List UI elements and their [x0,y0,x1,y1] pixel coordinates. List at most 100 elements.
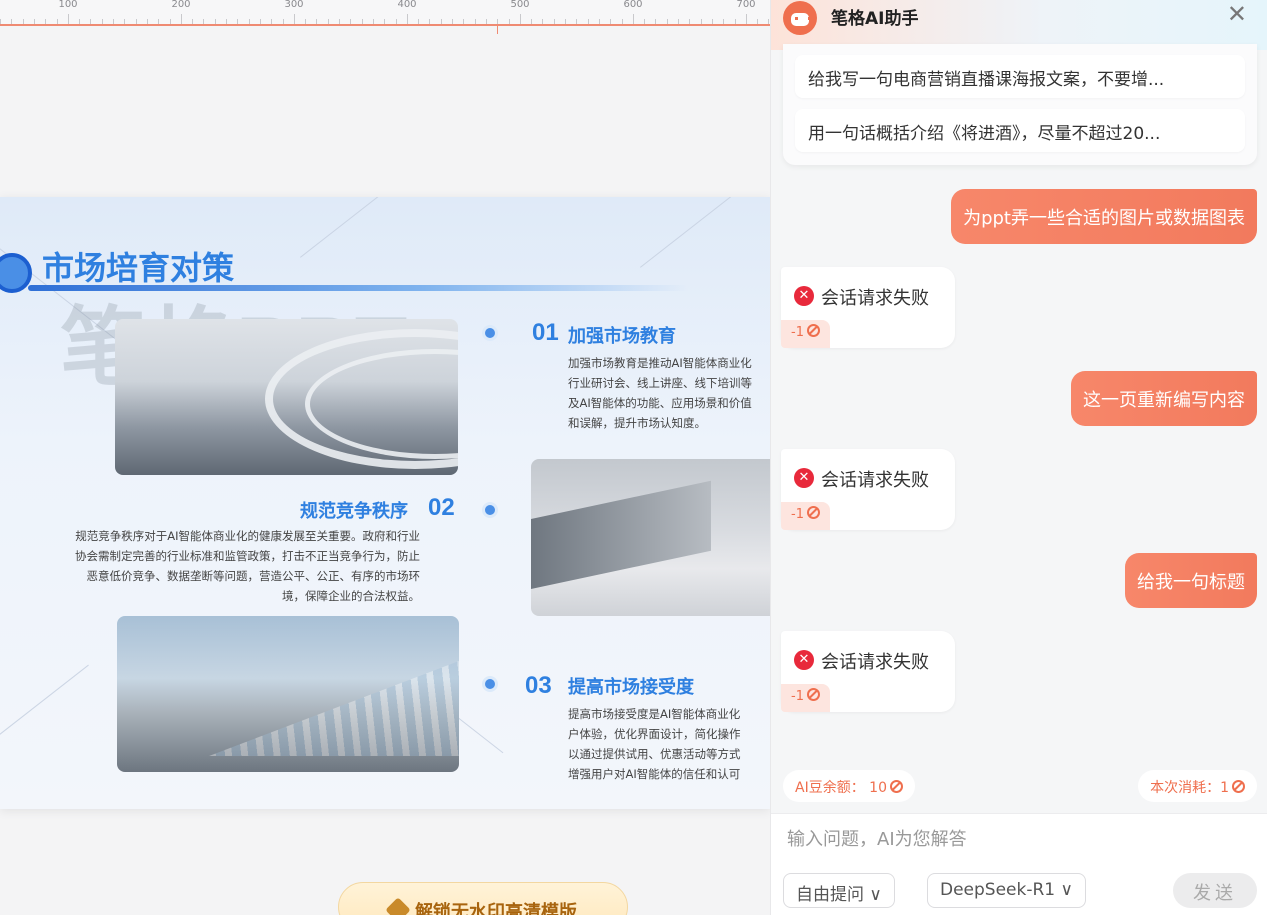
close-icon[interactable]: ✕ [1227,2,1247,26]
ruler-tick [644,19,646,24]
ai-bean-icon [890,780,903,793]
ruler-label: 700 [736,0,756,10]
diamond-icon [385,897,411,915]
slide-title[interactable]: 市场培育对策 [42,243,234,289]
ai-assistant-panel: 笔格AI助手 ✕ 给我写一句电商营销直播课海报文案，不要增... 用一句话概括介… [770,0,1267,915]
model-select-dropdown[interactable]: DeepSeek-R1 ∨ [927,873,1086,908]
ruler-label: 300 [284,0,304,10]
ruler-tick [372,19,374,24]
ruler-tick [463,19,465,24]
cost-value: -1 [791,689,804,704]
send-button[interactable]: 发送 [1173,873,1257,908]
section-body[interactable]: 加强市场教育是推动AI智能体商业化 行业研讨会、线上讲座、线下培训等 及AI智能… [568,353,770,433]
ruler-tick [327,19,329,24]
section-title[interactable]: 提高市场接受度 [568,673,694,699]
ai-bean-icon [1232,780,1245,793]
slide-canvas[interactable]: 笔格PPT 市场培育对策 01 加强市场教育 加强市场教育是推动AI智能体商业化… [0,197,770,809]
ruler-tick [757,19,759,24]
suggestion-item[interactable]: 用一句话概括介绍《将进酒》，尽量不超过20... [795,109,1245,152]
ruler-label: 400 [397,0,417,10]
error-message: ✕ 会话请求失败 -1 [781,449,955,530]
body-line: 境，保障企业的合法权益。 [282,589,420,603]
ruler-label: 100 [58,0,78,10]
question-mode-dropdown[interactable]: 自由提问 ∨ [783,873,895,908]
ruler-tick [11,19,13,24]
ruler-tick [237,19,239,24]
ruler-tick [598,19,600,24]
ruler-tick [531,19,533,24]
section-title[interactable]: 加强市场教育 [568,322,676,348]
body-line: 行业研讨会、线上讲座、线下培训等 [568,376,752,390]
ruler-tick [339,19,340,24]
ruler-cursor-marker [497,26,498,34]
ruler-tick [621,19,623,24]
cost-badge: -1 [781,320,830,348]
ruler-tick [587,19,589,24]
body-line: 和误解，提升市场认知度。 [568,416,706,430]
ruler-tick [565,19,566,24]
chat-input[interactable] [787,824,1247,854]
ruler-tick [452,19,453,24]
unlock-label: 解锁无水印高清模版 [415,902,577,915]
ruler-tick [689,19,691,24]
body-line: 加强市场教育是推动AI智能体商业化 [568,356,752,370]
ruler-tick [418,19,420,24]
error-message: ✕ 会话请求失败 -1 [781,267,955,348]
ruler-tick [282,19,284,24]
ruler-tick [542,19,544,24]
cost-badge: -1 [781,502,830,530]
ruler-label: 600 [623,0,643,10]
ai-bean-icon [806,324,820,337]
ruler-tick [203,19,205,24]
section-body[interactable]: 规范竞争秩序对于AI智能体商业化的健康发展至关重要。政府和行业 协会需制定完善的… [10,526,420,606]
highway-photo[interactable] [115,319,458,475]
ruler-label: 500 [510,0,530,10]
glass-building-photo[interactable] [117,616,459,772]
cost-value: 1 [1220,780,1229,796]
cost-label: 本次消耗： [1150,780,1221,796]
cost-value: -1 [791,507,804,522]
error-text: 会话请求失败 [821,470,929,491]
ruler-tick [135,19,137,24]
chat-input-area: 自由提问 ∨ DeepSeek-R1 ∨ 发送 [771,813,1267,915]
section-number[interactable]: 01 [532,319,559,347]
decorative-line [0,664,89,758]
ruler-tick [192,19,194,24]
ruler-tick [723,19,725,24]
ai-bean-icon [806,506,820,519]
balance-badge: AI豆余额： 10 [783,770,915,802]
ruler-tick [655,19,657,24]
section-bullet-icon [482,502,498,518]
suggestions-card: 给我写一句电商营销直播课海报文案，不要增... 用一句话概括介绍《将进酒》，尽量… [783,44,1257,165]
ruler-label: 200 [171,0,191,10]
ruler-tick [22,19,24,24]
section-title[interactable]: 规范竞争秩序 [300,497,408,523]
suggestion-item[interactable]: 给我写一句电商营销直播课海报文案，不要增... [795,55,1245,98]
ai-bean-icon [806,688,820,701]
section-number[interactable]: 03 [525,672,552,700]
ruler-tick [0,19,1,24]
ruler-tick [124,19,126,24]
ruler-tick [497,19,499,24]
ruler-tick [305,19,307,24]
error-icon: ✕ [794,286,814,306]
error-icon: ✕ [794,468,814,488]
ruler-tick [146,19,148,24]
section-body[interactable]: 提高市场接受度是AI智能体商业化 户体验，优化界面设计，简化操作 以通过提供试用… [568,704,770,784]
section-number[interactable]: 02 [428,494,455,522]
concrete-wall-photo[interactable] [531,459,770,616]
ruler-tick [45,19,47,24]
body-line: 及AI智能体的功能、应用场景和价值 [568,396,752,410]
body-line: 增强用户对AI智能体的信任和认可 [568,767,741,781]
ruler-tick [678,19,679,24]
user-message: 这一页重新编写内容 [1071,371,1257,426]
ruler-tick [384,19,386,24]
ruler-tick [745,14,747,24]
ruler-tick [361,19,363,24]
ruler-tick [101,19,103,24]
section-bullet-icon [482,325,498,341]
ruler-tick [508,19,510,24]
unlock-template-button[interactable]: 解锁无水印高清模版 [338,882,628,915]
ruler-tick [158,19,160,24]
ruler-tick [67,14,69,24]
